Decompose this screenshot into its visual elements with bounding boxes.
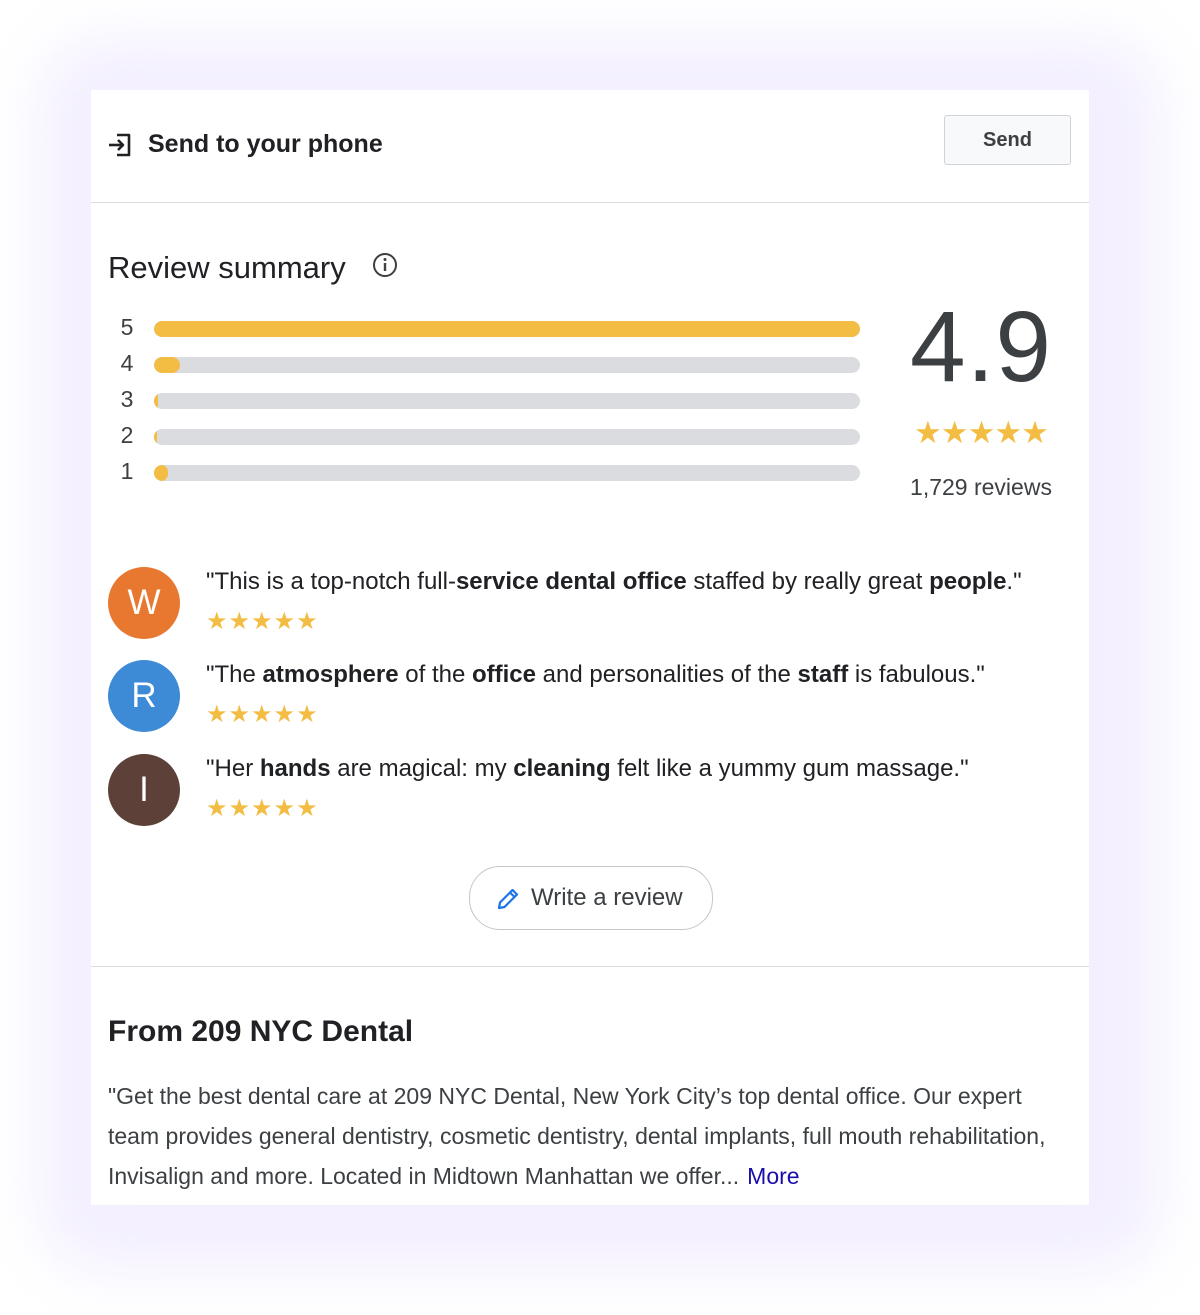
rating-bar-row: 3 bbox=[116, 384, 866, 420]
info-icon[interactable] bbox=[372, 252, 398, 278]
business-review-card: Send to your phone Send Review summary 5… bbox=[91, 90, 1089, 1205]
review-stars: ★★★★★ bbox=[206, 608, 319, 635]
review-snippet[interactable]: R "The atmosphere of the office and pers… bbox=[108, 660, 1078, 740]
rating-bar-label: 4 bbox=[120, 350, 134, 376]
rating-bar-track bbox=[154, 357, 860, 373]
rating-distribution: 5 4 3 2 1 bbox=[116, 312, 866, 492]
review-text: staffed by really great bbox=[686, 568, 930, 595]
send-button[interactable]: Send bbox=[944, 115, 1071, 165]
send-to-phone-row: Send to your phone Send bbox=[91, 90, 1089, 203]
write-review-label: Write a review bbox=[531, 884, 683, 911]
rating-bar-track bbox=[154, 465, 860, 481]
review-quote: "Her hands are magical: my cleaning felt… bbox=[206, 755, 969, 783]
avatar: W bbox=[108, 567, 180, 639]
more-link[interactable]: More bbox=[747, 1163, 799, 1189]
rating-bar-fill bbox=[154, 393, 159, 409]
rating-bar-track bbox=[154, 429, 860, 445]
rating-bar-label: 1 bbox=[120, 458, 134, 484]
business-description-text: "Get the best dental care at 209 NYC Den… bbox=[108, 1083, 1046, 1189]
rating-bar-row: 2 bbox=[116, 420, 866, 456]
review-highlight: people bbox=[929, 568, 1007, 595]
review-highlight: cleaning bbox=[513, 755, 611, 782]
review-stars: ★★★★★ bbox=[206, 795, 319, 822]
rating-bar-fill bbox=[154, 357, 181, 373]
write-review-button[interactable]: Write a review bbox=[469, 866, 713, 930]
review-quote: "This is a top-notch full-service dental… bbox=[206, 568, 1022, 596]
average-rating-stars: ★★★★★ bbox=[914, 415, 1049, 450]
review-highlight: service dental office bbox=[455, 568, 687, 595]
review-text: "This is a top-notch full- bbox=[206, 568, 456, 595]
send-to-device-icon bbox=[109, 133, 131, 157]
rating-bar-fill bbox=[154, 429, 157, 445]
rating-bar-row: 1 bbox=[116, 456, 866, 492]
business-description: "Get the best dental care at 209 NYC Den… bbox=[108, 1076, 1068, 1196]
review-quote: "The atmosphere of the office and person… bbox=[206, 661, 985, 689]
review-highlight: atmosphere bbox=[262, 661, 399, 688]
review-text: of the bbox=[398, 661, 472, 688]
send-to-phone-title: Send to your phone bbox=[148, 130, 383, 158]
review-text: is fabulous." bbox=[848, 661, 985, 688]
average-rating: 4.9 bbox=[909, 291, 1052, 403]
review-text: ." bbox=[1006, 568, 1022, 595]
review-highlight: staff bbox=[797, 661, 849, 688]
review-highlight: hands bbox=[259, 755, 331, 782]
review-snippet[interactable]: W "This is a top-notch full-service dent… bbox=[108, 567, 1078, 647]
rating-bar-row: 5 bbox=[116, 312, 866, 348]
from-business-title: From 209 NYC Dental bbox=[108, 1015, 414, 1048]
review-text: "The bbox=[206, 661, 263, 688]
review-highlight: office bbox=[471, 661, 536, 688]
rating-bar-fill bbox=[154, 321, 860, 337]
review-text: are magical: my bbox=[330, 755, 514, 782]
rating-bar-label: 2 bbox=[120, 422, 134, 448]
rating-bar-row: 4 bbox=[116, 348, 866, 384]
rating-bar-track bbox=[154, 393, 860, 409]
pencil-icon bbox=[497, 888, 519, 910]
avatar: R bbox=[108, 660, 180, 732]
avatar: I bbox=[108, 754, 180, 826]
review-stars: ★★★★★ bbox=[206, 701, 319, 728]
rating-bar-label: 3 bbox=[120, 386, 134, 412]
rating-bar-label: 5 bbox=[120, 314, 134, 340]
review-summary-title: Review summary bbox=[108, 250, 346, 285]
review-snippet[interactable]: I "Her hands are magical: my cleaning fe… bbox=[108, 754, 1078, 834]
section-divider bbox=[91, 966, 1089, 967]
review-text: and personalities of the bbox=[536, 661, 798, 688]
rating-bar-fill bbox=[154, 465, 169, 481]
review-count-link[interactable]: 1,729 reviews bbox=[891, 474, 1071, 501]
rating-bar-track bbox=[154, 321, 860, 337]
review-text: "Her bbox=[206, 755, 260, 782]
review-text: felt like a yummy gum massage." bbox=[610, 755, 969, 782]
